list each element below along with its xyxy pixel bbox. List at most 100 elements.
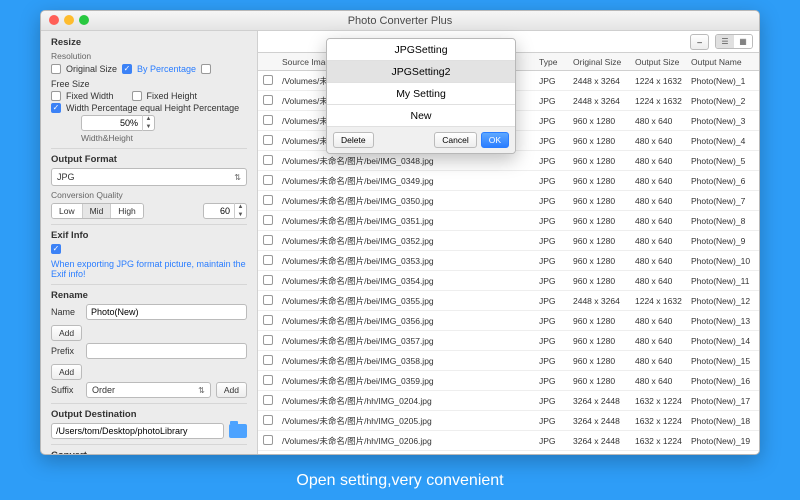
row-checkbox[interactable] <box>263 255 273 265</box>
free-size-checkbox[interactable] <box>201 64 211 74</box>
table-row[interactable]: /Volumes/未命名/图片/hh/IMG_0207.jpgJPG2448 x… <box>258 451 759 454</box>
row-output-size: 480 x 640 <box>635 356 691 366</box>
wp-equal-hp-checkbox[interactable] <box>51 103 61 113</box>
row-checkbox[interactable] <box>263 435 273 445</box>
row-checkbox[interactable] <box>263 275 273 285</box>
fixed-height-checkbox[interactable] <box>132 91 142 101</box>
settings-item[interactable]: My Setting <box>327 83 515 105</box>
row-original-size: 2448 x 3264 <box>573 76 635 86</box>
exif-checkbox[interactable] <box>51 244 61 254</box>
table-row[interactable]: /Volumes/未命名/图片/bei/IMG_0357.jpgJPG960 x… <box>258 331 759 351</box>
row-type: JPG <box>539 96 573 106</box>
row-original-size: 2448 x 3264 <box>573 96 635 106</box>
rename-prefix-add-button[interactable]: Add <box>51 364 82 380</box>
output-format-select[interactable]: JPG ⇅ <box>51 168 247 186</box>
rename-suffix-add-button[interactable]: Add <box>216 382 247 398</box>
row-path: /Volumes/未命名/图片/bei/IMG_0350.jpg <box>278 195 539 207</box>
row-checkbox[interactable] <box>263 315 273 325</box>
original-size-checkbox[interactable] <box>51 64 61 74</box>
table-row[interactable]: /Volumes/未命名/图片/bei/IMG_0356.jpgJPG960 x… <box>258 311 759 331</box>
row-path: /Volumes/未命名/图片/hh/IMG_0205.jpg <box>278 415 539 427</box>
row-type: JPG <box>539 216 573 226</box>
list-view-icon[interactable]: ☰ <box>716 35 734 48</box>
table-row[interactable]: /Volumes/未命名/图片/hh/IMG_0206.jpgJPG3264 x… <box>258 431 759 451</box>
settings-item[interactable]: New <box>327 105 515 127</box>
row-output-name: Photo(New)_18 <box>691 416 759 426</box>
fixed-width-checkbox[interactable] <box>51 91 61 101</box>
row-original-size: 960 x 1280 <box>573 196 635 206</box>
table-row[interactable]: /Volumes/未命名/图片/bei/IMG_0348.jpgJPG960 x… <box>258 151 759 171</box>
row-output-size: 480 x 640 <box>635 156 691 166</box>
popup-delete-button[interactable]: Delete <box>333 132 374 148</box>
row-output-name: Photo(New)_4 <box>691 136 759 146</box>
table-row[interactable]: /Volumes/未命名/图片/bei/IMG_0359.jpgJPG960 x… <box>258 371 759 391</box>
row-checkbox[interactable] <box>263 415 273 425</box>
table-row[interactable]: /Volumes/未命名/图片/bei/IMG_0352.jpgJPG960 x… <box>258 231 759 251</box>
row-output-size: 480 x 640 <box>635 136 691 146</box>
popup-cancel-button[interactable]: Cancel <box>434 132 476 148</box>
percentage-input[interactable] <box>82 118 142 128</box>
settings-item[interactable]: JPGSetting2 <box>327 61 515 83</box>
row-checkbox[interactable] <box>263 95 273 105</box>
minimize-icon[interactable] <box>64 15 74 25</box>
row-checkbox[interactable] <box>263 375 273 385</box>
row-type: JPG <box>539 256 573 266</box>
table-row[interactable]: /Volumes/未命名/图片/bei/IMG_0350.jpgJPG960 x… <box>258 191 759 211</box>
step-up-icon[interactable]: ▲ <box>143 115 154 123</box>
row-output-size: 1224 x 1632 <box>635 96 691 106</box>
percentage-stepper[interactable]: ▲▼ <box>81 115 155 131</box>
row-checkbox[interactable] <box>263 295 273 305</box>
quality-segmented[interactable]: Low Mid High <box>51 203 144 219</box>
row-path: /Volumes/未命名/图片/bei/IMG_0348.jpg <box>278 155 539 167</box>
row-path: /Volumes/未命名/图片/bei/IMG_0353.jpg <box>278 255 539 267</box>
table-row[interactable]: /Volumes/未命名/图片/hh/IMG_0204.jpgJPG3264 x… <box>258 391 759 411</box>
table-row[interactable]: /Volumes/未命名/图片/bei/IMG_0349.jpgJPG960 x… <box>258 171 759 191</box>
grid-view-icon[interactable]: ▦ <box>734 35 752 48</box>
row-checkbox[interactable] <box>263 215 273 225</box>
row-output-name: Photo(New)_14 <box>691 336 759 346</box>
rename-suffix-select[interactable]: Order ⇅ <box>86 382 211 398</box>
quality-stepper[interactable]: ▲▼ <box>203 203 247 219</box>
remove-button[interactable]: – <box>690 34 709 50</box>
dest-path-input[interactable] <box>51 423 224 439</box>
table-row[interactable]: /Volumes/未命名/图片/bei/IMG_0354.jpgJPG960 x… <box>258 271 759 291</box>
row-type: JPG <box>539 376 573 386</box>
row-checkbox[interactable] <box>263 175 273 185</box>
by-percentage-checkbox[interactable] <box>122 64 132 74</box>
row-path: /Volumes/未命名/图片/bei/IMG_0352.jpg <box>278 235 539 247</box>
table-row[interactable]: /Volumes/未命名/图片/bei/IMG_0355.jpgJPG2448 … <box>258 291 759 311</box>
row-original-size: 960 x 1280 <box>573 176 635 186</box>
table-row[interactable]: /Volumes/未命名/图片/bei/IMG_0353.jpgJPG960 x… <box>258 251 759 271</box>
popup-ok-button[interactable]: OK <box>481 132 509 148</box>
settings-item[interactable]: JPGSetting <box>327 39 515 61</box>
row-output-name: Photo(New)_8 <box>691 216 759 226</box>
row-checkbox[interactable] <box>263 335 273 345</box>
step-down-icon[interactable]: ▼ <box>143 123 154 131</box>
row-checkbox[interactable] <box>263 155 273 165</box>
row-checkbox[interactable] <box>263 135 273 145</box>
table-row[interactable]: /Volumes/未命名/图片/hh/IMG_0205.jpgJPG3264 x… <box>258 411 759 431</box>
exif-title: Exif Info <box>51 230 247 241</box>
folder-icon[interactable] <box>229 424 247 438</box>
row-checkbox[interactable] <box>263 355 273 365</box>
settings-list: JPGSettingJPGSetting2My SettingNew <box>327 39 515 127</box>
zoom-icon[interactable] <box>79 15 89 25</box>
view-switch[interactable]: ☰ ▦ <box>715 34 753 49</box>
row-checkbox[interactable] <box>263 115 273 125</box>
rename-name-add-button[interactable]: Add <box>51 325 82 341</box>
table-row[interactable]: /Volumes/未命名/图片/bei/IMG_0358.jpgJPG960 x… <box>258 351 759 371</box>
table-row[interactable]: /Volumes/未命名/图片/bei/IMG_0351.jpgJPG960 x… <box>258 211 759 231</box>
step-up-icon[interactable]: ▲ <box>235 203 246 211</box>
close-icon[interactable] <box>49 15 59 25</box>
row-path: /Volumes/未命名/图片/bei/IMG_0349.jpg <box>278 175 539 187</box>
row-checkbox[interactable] <box>263 395 273 405</box>
row-checkbox[interactable] <box>263 235 273 245</box>
row-output-name: Photo(New)_19 <box>691 436 759 446</box>
row-original-size: 960 x 1280 <box>573 356 635 366</box>
step-down-icon[interactable]: ▼ <box>235 211 246 219</box>
rename-name-input[interactable] <box>86 304 247 320</box>
row-original-size: 960 x 1280 <box>573 376 635 386</box>
row-checkbox[interactable] <box>263 75 273 85</box>
row-checkbox[interactable] <box>263 195 273 205</box>
rename-prefix-input[interactable] <box>86 343 247 359</box>
